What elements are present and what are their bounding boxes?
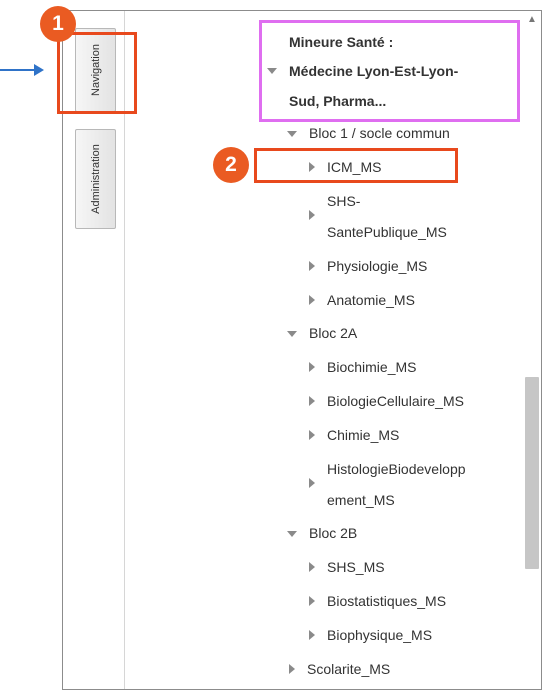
scroll-up-icon[interactable]: ▲ — [523, 13, 541, 27]
caret-right-icon[interactable] — [309, 630, 315, 640]
vertical-scrollbar[interactable]: ▲ — [523, 11, 541, 689]
tab-administration[interactable]: Administration — [75, 129, 116, 229]
tree-item-shs-santepublique-line1[interactable]: SHS- — [327, 193, 360, 209]
caret-right-icon[interactable] — [309, 362, 315, 372]
annotation-arrow-line — [0, 69, 34, 71]
callout-box-icm — [254, 148, 458, 183]
caret-down-icon[interactable] — [287, 531, 297, 537]
tree-bloc2b[interactable]: Bloc 2B — [309, 525, 357, 541]
tree-item-histologie-line1[interactable]: HistologieBiodevelopp — [327, 461, 466, 477]
caret-down-icon[interactable] — [287, 331, 297, 337]
tree-item-physiologie[interactable]: Physiologie_MS — [327, 258, 427, 274]
tree-bloc2a[interactable]: Bloc 2A — [309, 325, 357, 341]
tree-item-biologie-cellulaire[interactable]: BiologieCellulaire_MS — [327, 393, 464, 409]
annotation-badge-1: 1 — [40, 6, 76, 42]
tree-bloc1[interactable]: Bloc 1 / socle commun — [309, 125, 450, 141]
caret-right-icon[interactable] — [309, 396, 315, 406]
callout-box-course-title — [259, 20, 520, 122]
caret-down-icon[interactable] — [287, 131, 297, 137]
caret-right-icon[interactable] — [309, 295, 315, 305]
caret-right-icon[interactable] — [309, 478, 315, 488]
caret-right-icon[interactable] — [309, 596, 315, 606]
tree-item-shs[interactable]: SHS_MS — [327, 559, 385, 575]
tree-item-chimie[interactable]: Chimie_MS — [327, 427, 399, 443]
caret-right-icon[interactable] — [309, 430, 315, 440]
annotation-badge-2: 2 — [213, 147, 249, 183]
caret-right-icon[interactable] — [309, 562, 315, 572]
tree-item-shs-santepublique-line2[interactable]: SantePublique_MS — [327, 224, 447, 240]
tree-item-anatomie[interactable]: Anatomie_MS — [327, 292, 415, 308]
tree-item-biochimie[interactable]: Biochimie_MS — [327, 359, 416, 375]
scrollbar-thumb[interactable] — [525, 377, 539, 569]
caret-right-icon[interactable] — [309, 210, 315, 220]
tree-item-biophysique[interactable]: Biophysique_MS — [327, 627, 432, 643]
annotation-arrow-head-icon — [34, 64, 44, 76]
tree-item-scolarite[interactable]: Scolarite_MS — [307, 661, 390, 677]
tree-item-biostatistiques[interactable]: Biostatistiques_MS — [327, 593, 446, 609]
tab-administration-label: Administration — [89, 144, 102, 214]
tree-item-histologie-line2[interactable]: ement_MS — [327, 492, 395, 508]
caret-right-icon[interactable] — [289, 664, 295, 674]
callout-box-navigation — [57, 32, 137, 114]
caret-right-icon[interactable] — [309, 261, 315, 271]
